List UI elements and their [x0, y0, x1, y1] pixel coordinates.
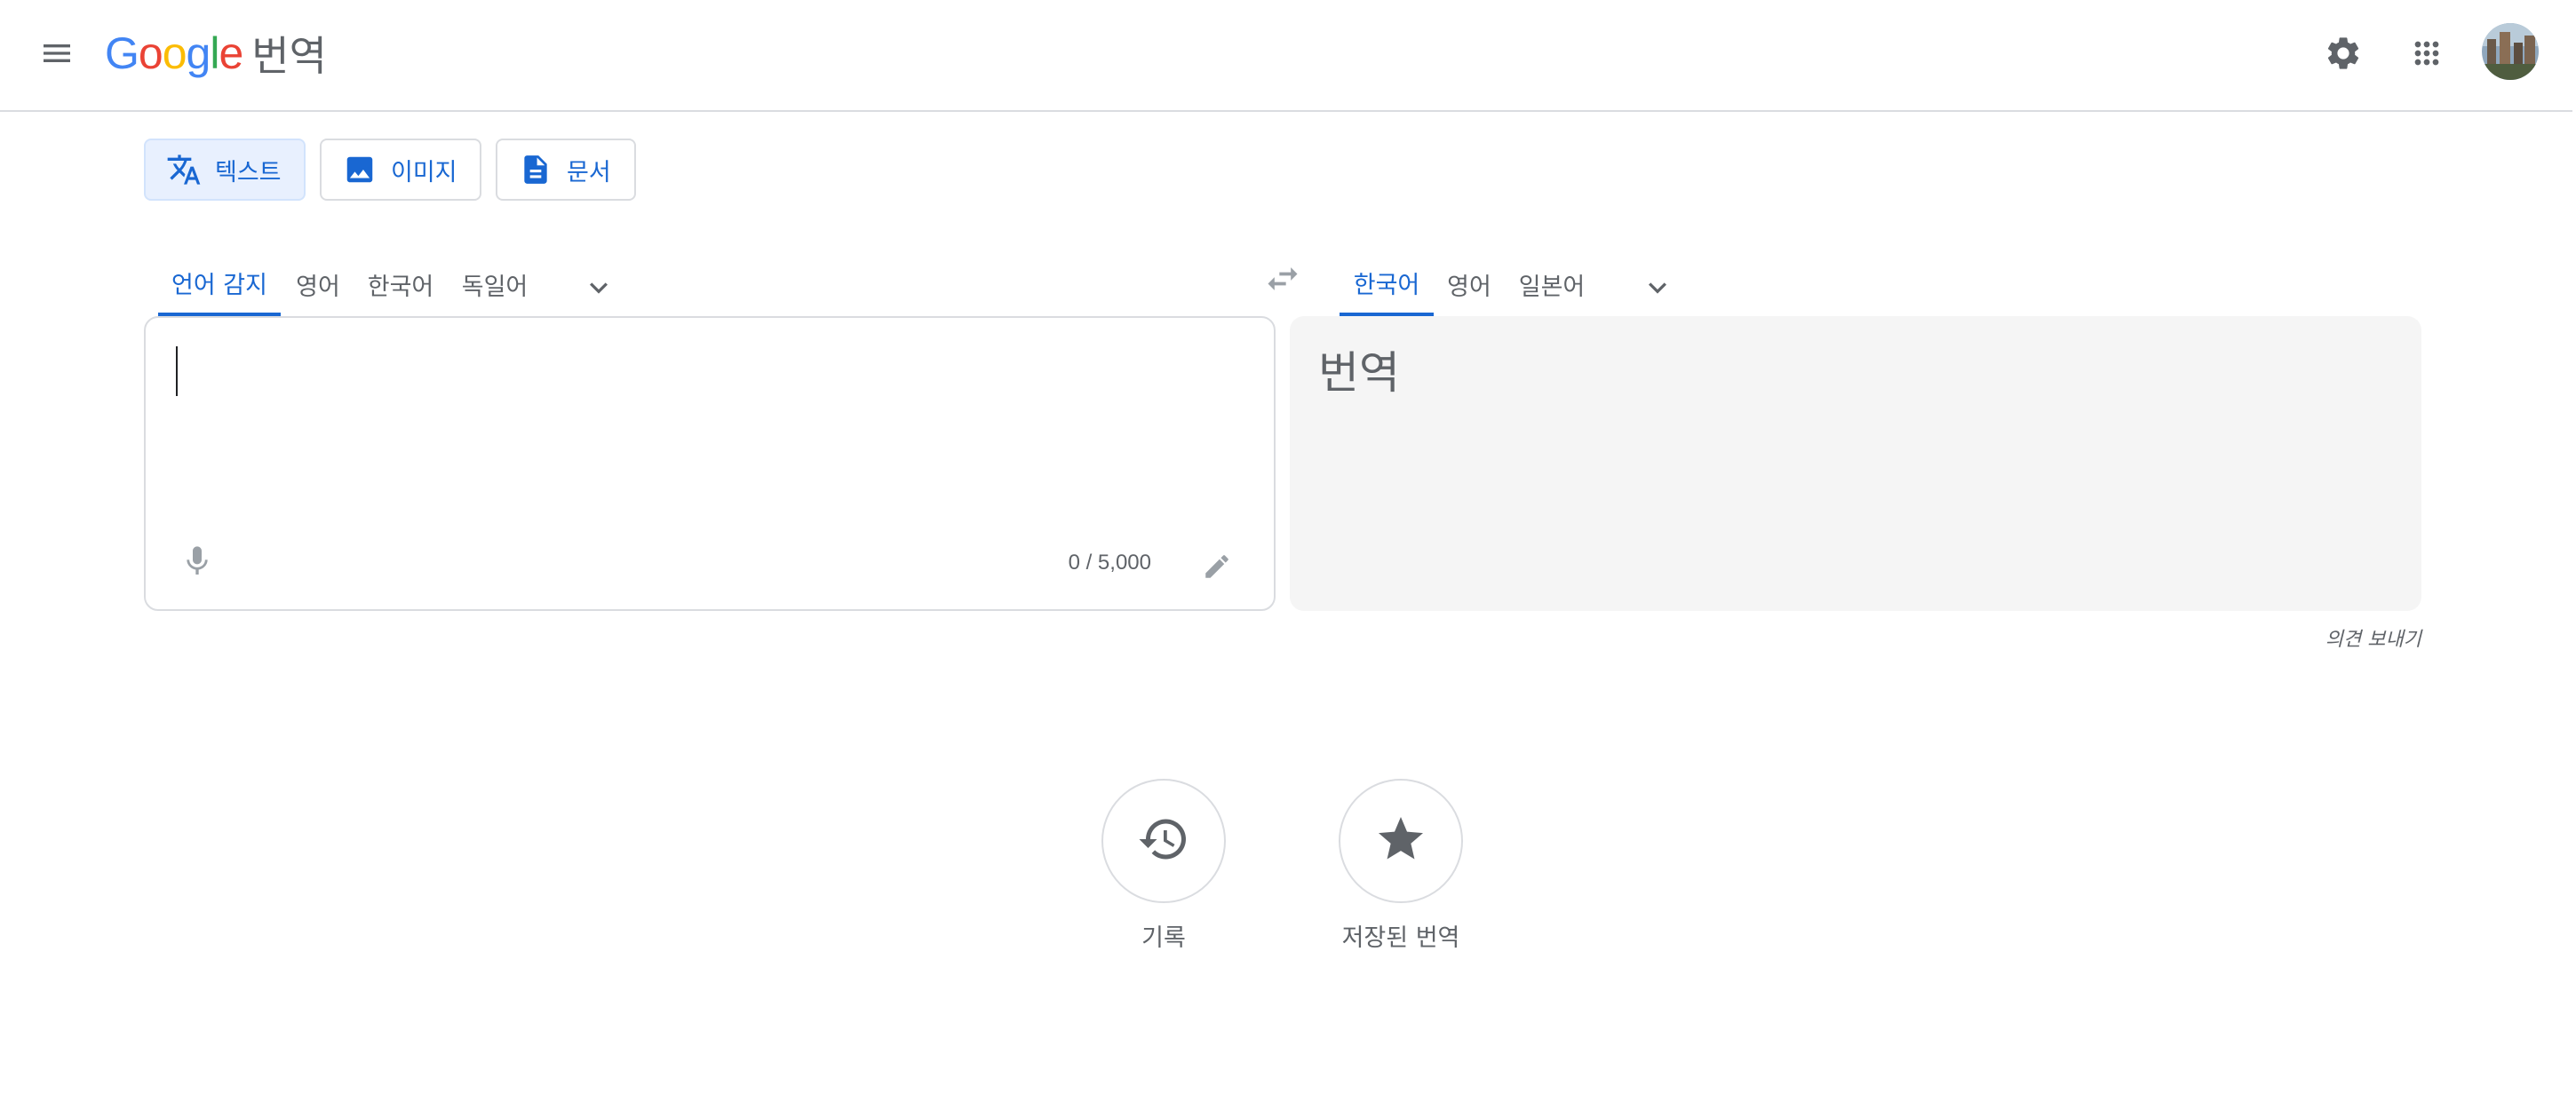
tab-label: 일본어 [1518, 273, 1586, 301]
text-cursor [176, 346, 178, 396]
document-icon [517, 151, 554, 188]
tab-target-japanese[interactable]: 일본어 [1512, 252, 1592, 316]
send-feedback-link[interactable]: 의견 보내기 [2310, 623, 2421, 652]
character-count: 0 / 5,000 [1068, 551, 1151, 575]
translate-icon [165, 151, 203, 188]
tab-label: 영어 [1447, 273, 1491, 301]
apps-grid-icon[interactable] [2397, 23, 2457, 83]
product-name: 번역 [251, 32, 327, 80]
tab-label: 한국어 [1353, 271, 1420, 299]
source-more-languages-chevron-down-icon[interactable] [568, 258, 629, 318]
google-translate-logo[interactable]: Google 번역 [105, 25, 327, 82]
mode-image-label: 이미지 [391, 158, 457, 186]
tab-target-english[interactable]: 영어 [1441, 252, 1498, 316]
translation-output-area: 번역 [1290, 316, 2421, 611]
tab-source-english[interactable]: 영어 [290, 252, 346, 316]
gear-icon[interactable] [2313, 23, 2373, 83]
saved-translations-button[interactable] [1339, 779, 1463, 903]
tab-target-korean[interactable]: 한국어 [1340, 252, 1434, 316]
history-label: 기록 [1141, 924, 1186, 952]
mode-image-button[interactable]: 이미지 [320, 139, 481, 201]
microphone-icon[interactable] [172, 536, 222, 586]
history-button[interactable] [1101, 779, 1226, 903]
tab-label: 한국어 [367, 273, 434, 301]
tab-label: 영어 [296, 273, 340, 301]
star-icon [1374, 813, 1427, 870]
swap-languages-icon[interactable] [1252, 249, 1313, 309]
top-app-bar: Google 번역 [0, 0, 2572, 112]
google-wordmark: Google [105, 28, 243, 78]
tab-label: 언어 감지 [171, 271, 267, 299]
mode-document-button[interactable]: 문서 [496, 139, 636, 201]
tab-label: 독일어 [461, 273, 529, 301]
tab-source-german[interactable]: 독일어 [455, 252, 535, 316]
mode-document-label: 문서 [567, 158, 611, 186]
mode-text-button[interactable]: 텍스트 [144, 139, 306, 201]
menu-icon[interactable] [27, 23, 87, 83]
mode-text-label: 텍스트 [215, 158, 282, 186]
saved-translations-label: 저장된 번역 [1341, 924, 1460, 952]
translation-placeholder: 번역 [1318, 347, 1400, 399]
pencil-icon[interactable] [1196, 545, 1238, 588]
account-avatar[interactable] [2482, 23, 2539, 80]
image-icon [341, 151, 378, 188]
tab-source-detect-language[interactable]: 언어 감지 [158, 252, 281, 316]
target-more-languages-chevron-down-icon[interactable] [1627, 258, 1688, 318]
source-text-area[interactable]: 0 / 5,000 [144, 316, 1276, 611]
history-icon [1137, 813, 1190, 870]
tab-source-korean[interactable]: 한국어 [361, 252, 441, 316]
